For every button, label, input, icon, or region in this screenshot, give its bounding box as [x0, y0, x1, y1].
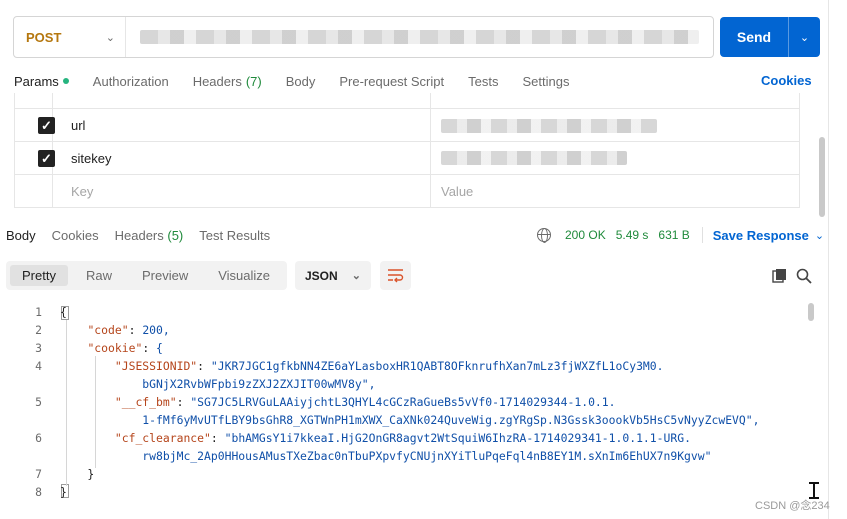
- chevron-down-icon: ⌄: [105, 31, 115, 44]
- tab-test-results[interactable]: Test Results: [199, 228, 270, 243]
- value-placeholder[interactable]: Value: [441, 184, 473, 199]
- wrap-lines-icon: [388, 269, 404, 283]
- tab-pre-request-script[interactable]: Pre-request Script: [339, 72, 444, 90]
- chevron-down-icon: ⌄: [351, 270, 361, 282]
- format-select[interactable]: JSON ⌄: [295, 261, 371, 290]
- tab-label: Settings: [522, 73, 570, 89]
- send-button[interactable]: Send ⌄: [720, 17, 820, 57]
- watermark: CSDN @念234: [755, 500, 830, 512]
- param-key[interactable]: sitekey: [71, 151, 111, 166]
- tab-tests[interactable]: Tests: [468, 72, 498, 90]
- request-bar: POST ⌄: [13, 16, 714, 58]
- row-checkbox[interactable]: ✓: [38, 117, 55, 134]
- table-row: ✓ sitekey: [15, 142, 799, 175]
- format-visualize[interactable]: Visualize: [206, 265, 282, 286]
- response-tabs: Body Cookies Headers (5) Test Results: [6, 228, 286, 243]
- key-placeholder[interactable]: Key: [71, 184, 93, 199]
- status-code[interactable]: 200 OK: [565, 228, 606, 242]
- url-input[interactable]: [126, 17, 713, 57]
- cookies-link[interactable]: Cookies: [761, 73, 812, 88]
- wrap-lines-button[interactable]: [380, 261, 411, 290]
- tab-label: Params: [14, 73, 59, 89]
- tab-headers[interactable]: Headers (7): [193, 72, 262, 90]
- code-line: "cf_clearance": "bhAMGsY1i7kkeaI.HjG2OnG…: [114, 431, 691, 445]
- panel-divider: [828, 0, 829, 519]
- params-table: ✓ url ✓ sitekey Key Value: [14, 93, 800, 208]
- format-tabs: Pretty Raw Preview Visualize: [6, 261, 287, 290]
- line-number: 3: [35, 341, 42, 355]
- tab-params[interactable]: Params: [14, 72, 69, 90]
- code-line: "code": 200,: [87, 323, 170, 337]
- line-number: 5: [35, 395, 42, 409]
- format-select-value: JSON: [305, 268, 338, 283]
- code-line: bGNjX2RvbWFpbi9zZXJ2ZXJIT00wMV8y",: [60, 377, 376, 391]
- method-label: POST: [26, 29, 62, 45]
- code-line: 1-fMf6yMvUTfLBY9bsGhR8_XGTWnPH1mXWX_CaXN…: [60, 413, 760, 427]
- tab-label: Tests: [468, 73, 499, 89]
- tab-count: (5): [167, 228, 184, 243]
- line-number: 4: [35, 359, 42, 373]
- param-key[interactable]: url: [71, 118, 85, 133]
- tab-authorization[interactable]: Authorization: [93, 72, 169, 90]
- code-line: }: [60, 467, 95, 481]
- row-checkbox[interactable]: ✓: [38, 150, 55, 167]
- line-number: 1: [35, 305, 42, 319]
- tab-label: Authorization: [92, 73, 169, 89]
- table-row: ✓ url: [15, 109, 799, 142]
- line-number: 6: [35, 431, 42, 445]
- code-line: rw8bjMc_2Ap0HHousAMusTXeZbac0nTbuPXpvfyC…: [60, 449, 712, 463]
- response-size[interactable]: 631 B: [658, 228, 689, 242]
- scrollbar[interactable]: [819, 137, 825, 217]
- tab-body[interactable]: Body: [6, 228, 36, 243]
- scrollbar[interactable]: [808, 303, 814, 321]
- format-raw[interactable]: Raw: [74, 265, 124, 286]
- tab-count: (7): [245, 73, 262, 89]
- tab-label: Pre-request Script: [339, 73, 445, 89]
- chevron-down-icon[interactable]: ⌄: [789, 31, 820, 44]
- redacted-value[interactable]: [441, 119, 657, 133]
- tab-settings[interactable]: Settings: [522, 72, 569, 90]
- code-line: }: [60, 485, 67, 499]
- copy-icon[interactable]: [772, 268, 788, 284]
- globe-icon[interactable]: [537, 228, 551, 243]
- search-icon[interactable]: [796, 268, 812, 284]
- chevron-down-icon[interactable]: ⌄: [815, 229, 824, 242]
- line-number: 2: [35, 323, 42, 337]
- tab-label: Headers: [192, 73, 242, 89]
- line-number: 7: [35, 467, 42, 481]
- code-line: "cookie": {: [87, 341, 163, 355]
- tab-body[interactable]: Body: [286, 72, 316, 90]
- method-select[interactable]: POST ⌄: [14, 17, 126, 57]
- active-dot-icon: [62, 78, 69, 84]
- redacted-url: [140, 30, 699, 44]
- format-preview[interactable]: Preview: [130, 265, 200, 286]
- response-body-viewer[interactable]: 1 2 3 4 5 6 7 8 { "code": 200, "cookie":…: [0, 303, 808, 499]
- divider: [701, 227, 703, 243]
- request-tabs: Params Authorization Headers (7) Body Pre…: [14, 72, 593, 90]
- send-label: Send: [736, 29, 772, 45]
- code-line: {: [60, 305, 67, 319]
- line-number: 8: [35, 485, 42, 499]
- response-status: 200 OK 5.49 s 631 B Save Response ⌄: [537, 227, 824, 243]
- tab-label: Headers: [114, 228, 164, 243]
- code-line: "JSESSIONID": "JKR7JGC1gfkbNN4ZE6aYLasbo…: [114, 359, 664, 373]
- tab-label: Body: [285, 73, 316, 89]
- table-row: [15, 93, 799, 109]
- tab-cookies[interactable]: Cookies: [52, 228, 99, 243]
- response-time[interactable]: 5.49 s: [616, 228, 649, 242]
- save-response-button[interactable]: Save Response: [713, 228, 809, 243]
- tab-headers[interactable]: Headers (5): [115, 228, 184, 243]
- format-pretty[interactable]: Pretty: [10, 265, 68, 286]
- code-line: "__cf_bm": "SG7JC5LRVGuLAAiyjchtL3QHYL4c…: [114, 395, 616, 409]
- table-row: Key Value: [15, 175, 799, 208]
- redacted-value[interactable]: [441, 151, 627, 165]
